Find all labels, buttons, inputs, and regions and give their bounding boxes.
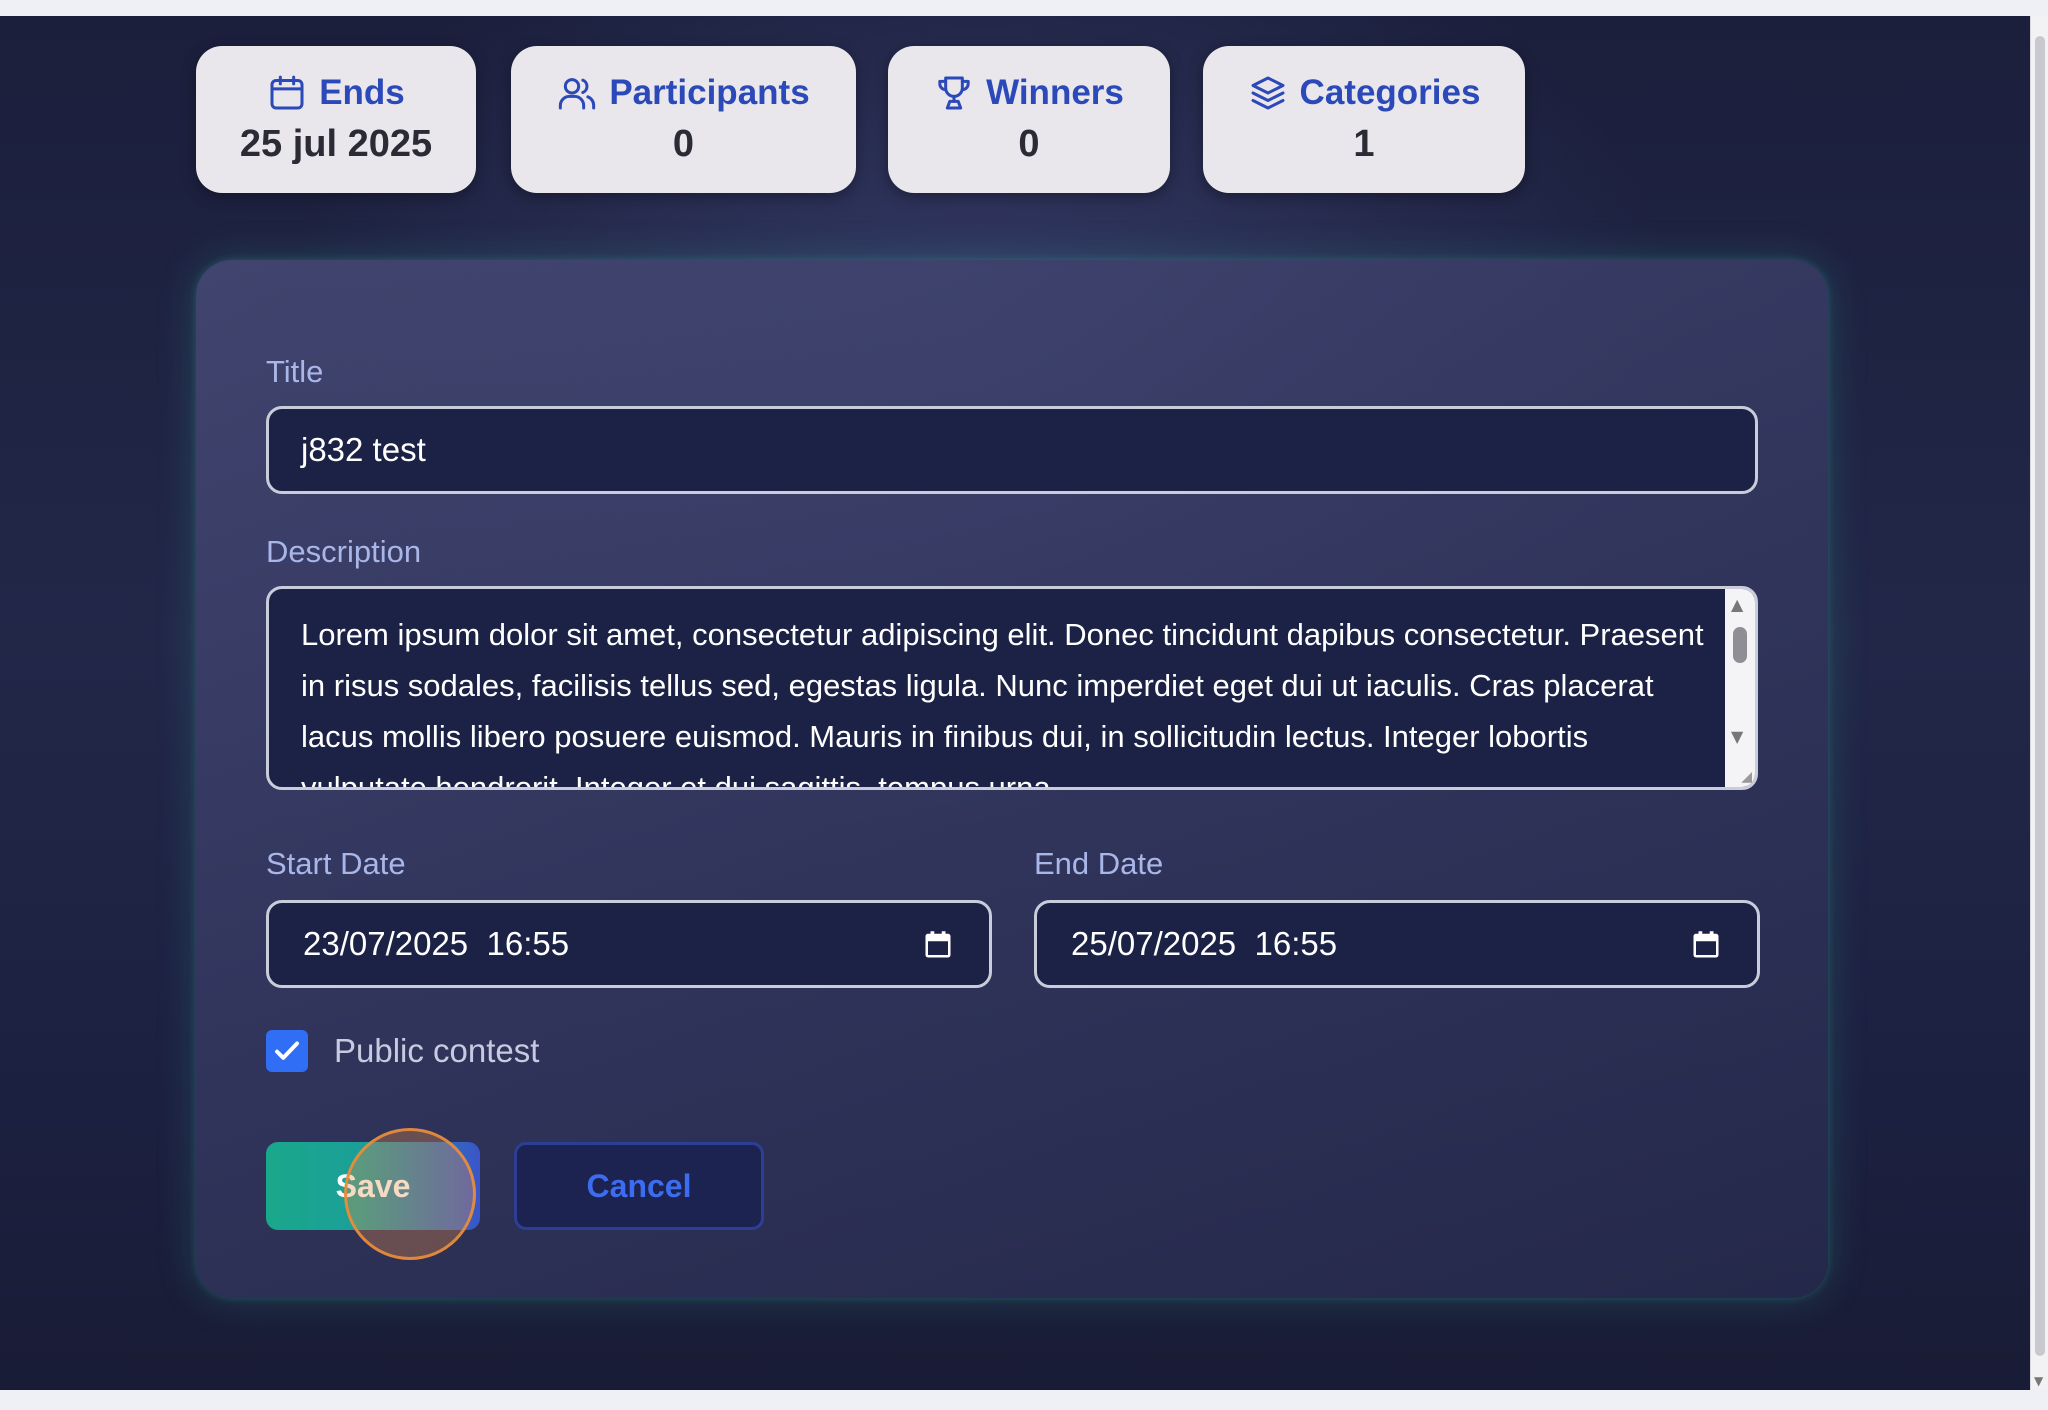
stat-label: Ends xyxy=(319,73,405,112)
page-scroll-thumb[interactable] xyxy=(2035,36,2045,1356)
users-icon xyxy=(557,73,597,113)
title-label: Title xyxy=(266,354,324,389)
checkmark-icon xyxy=(275,1041,299,1060)
public-contest-label[interactable]: Public contest xyxy=(334,1030,539,1072)
stat-card-categories: Categories 1 xyxy=(1203,46,1525,193)
stat-label: Participants xyxy=(609,73,810,112)
start-date-label: Start Date xyxy=(266,846,406,881)
public-contest-checkbox[interactable] xyxy=(266,1030,308,1072)
app-viewport: Ends 25 jul 2025 Participants 0 Winners … xyxy=(0,16,2030,1390)
description-scrollbar[interactable]: ▲ ▼ ◢ xyxy=(1725,589,1755,787)
stat-label: Categories xyxy=(1299,73,1481,112)
stat-card-winners: Winners 0 xyxy=(888,46,1170,193)
save-button[interactable]: Save xyxy=(266,1142,480,1230)
description-text: Lorem ipsum dolor sit amet, consectetur … xyxy=(301,617,1704,790)
resize-grip-icon[interactable]: ◢ xyxy=(1741,769,1752,785)
scroll-thumb[interactable] xyxy=(1733,627,1747,663)
stat-value: 0 xyxy=(672,123,695,165)
description-label: Description xyxy=(266,534,422,569)
description-textarea[interactable]: Lorem ipsum dolor sit amet, consectetur … xyxy=(266,586,1758,790)
scroll-up-icon[interactable]: ▲ xyxy=(1731,595,1743,614)
calendar-icon xyxy=(267,73,307,113)
end-date-input[interactable]: 25/07/2025 16:55 xyxy=(1034,900,1760,988)
end-date-value: 25/07/2025 16:55 xyxy=(1071,925,1338,962)
layers-icon xyxy=(1248,73,1288,113)
stat-label: Winners xyxy=(986,73,1124,112)
trophy-icon xyxy=(934,73,974,113)
cancel-button[interactable]: Cancel xyxy=(514,1142,764,1230)
start-date-input[interactable]: 23/07/2025 16:55 xyxy=(266,900,992,988)
end-date-label: End Date xyxy=(1034,846,1164,881)
stat-value: 25 jul 2025 xyxy=(239,123,433,165)
stat-value: 1 xyxy=(1353,123,1375,165)
start-date-value: 23/07/2025 16:55 xyxy=(303,925,570,962)
contest-form-card: Title j832 test Description Lorem ipsum … xyxy=(196,260,1828,1298)
scroll-down-icon[interactable]: ▼ xyxy=(1731,727,1743,746)
calendar-picker-icon[interactable] xyxy=(1691,929,1721,961)
stat-value: 0 xyxy=(1018,123,1040,165)
calendar-picker-icon[interactable] xyxy=(923,929,953,961)
title-input[interactable]: j832 test xyxy=(266,406,1758,494)
stat-card-ends: Ends 25 jul 2025 xyxy=(196,46,476,193)
scroll-down-icon[interactable]: ▼ xyxy=(2034,1374,2043,1388)
stat-card-participants: Participants 0 xyxy=(511,46,856,193)
page-scrollbar[interactable]: ▼ xyxy=(2030,16,2048,1390)
